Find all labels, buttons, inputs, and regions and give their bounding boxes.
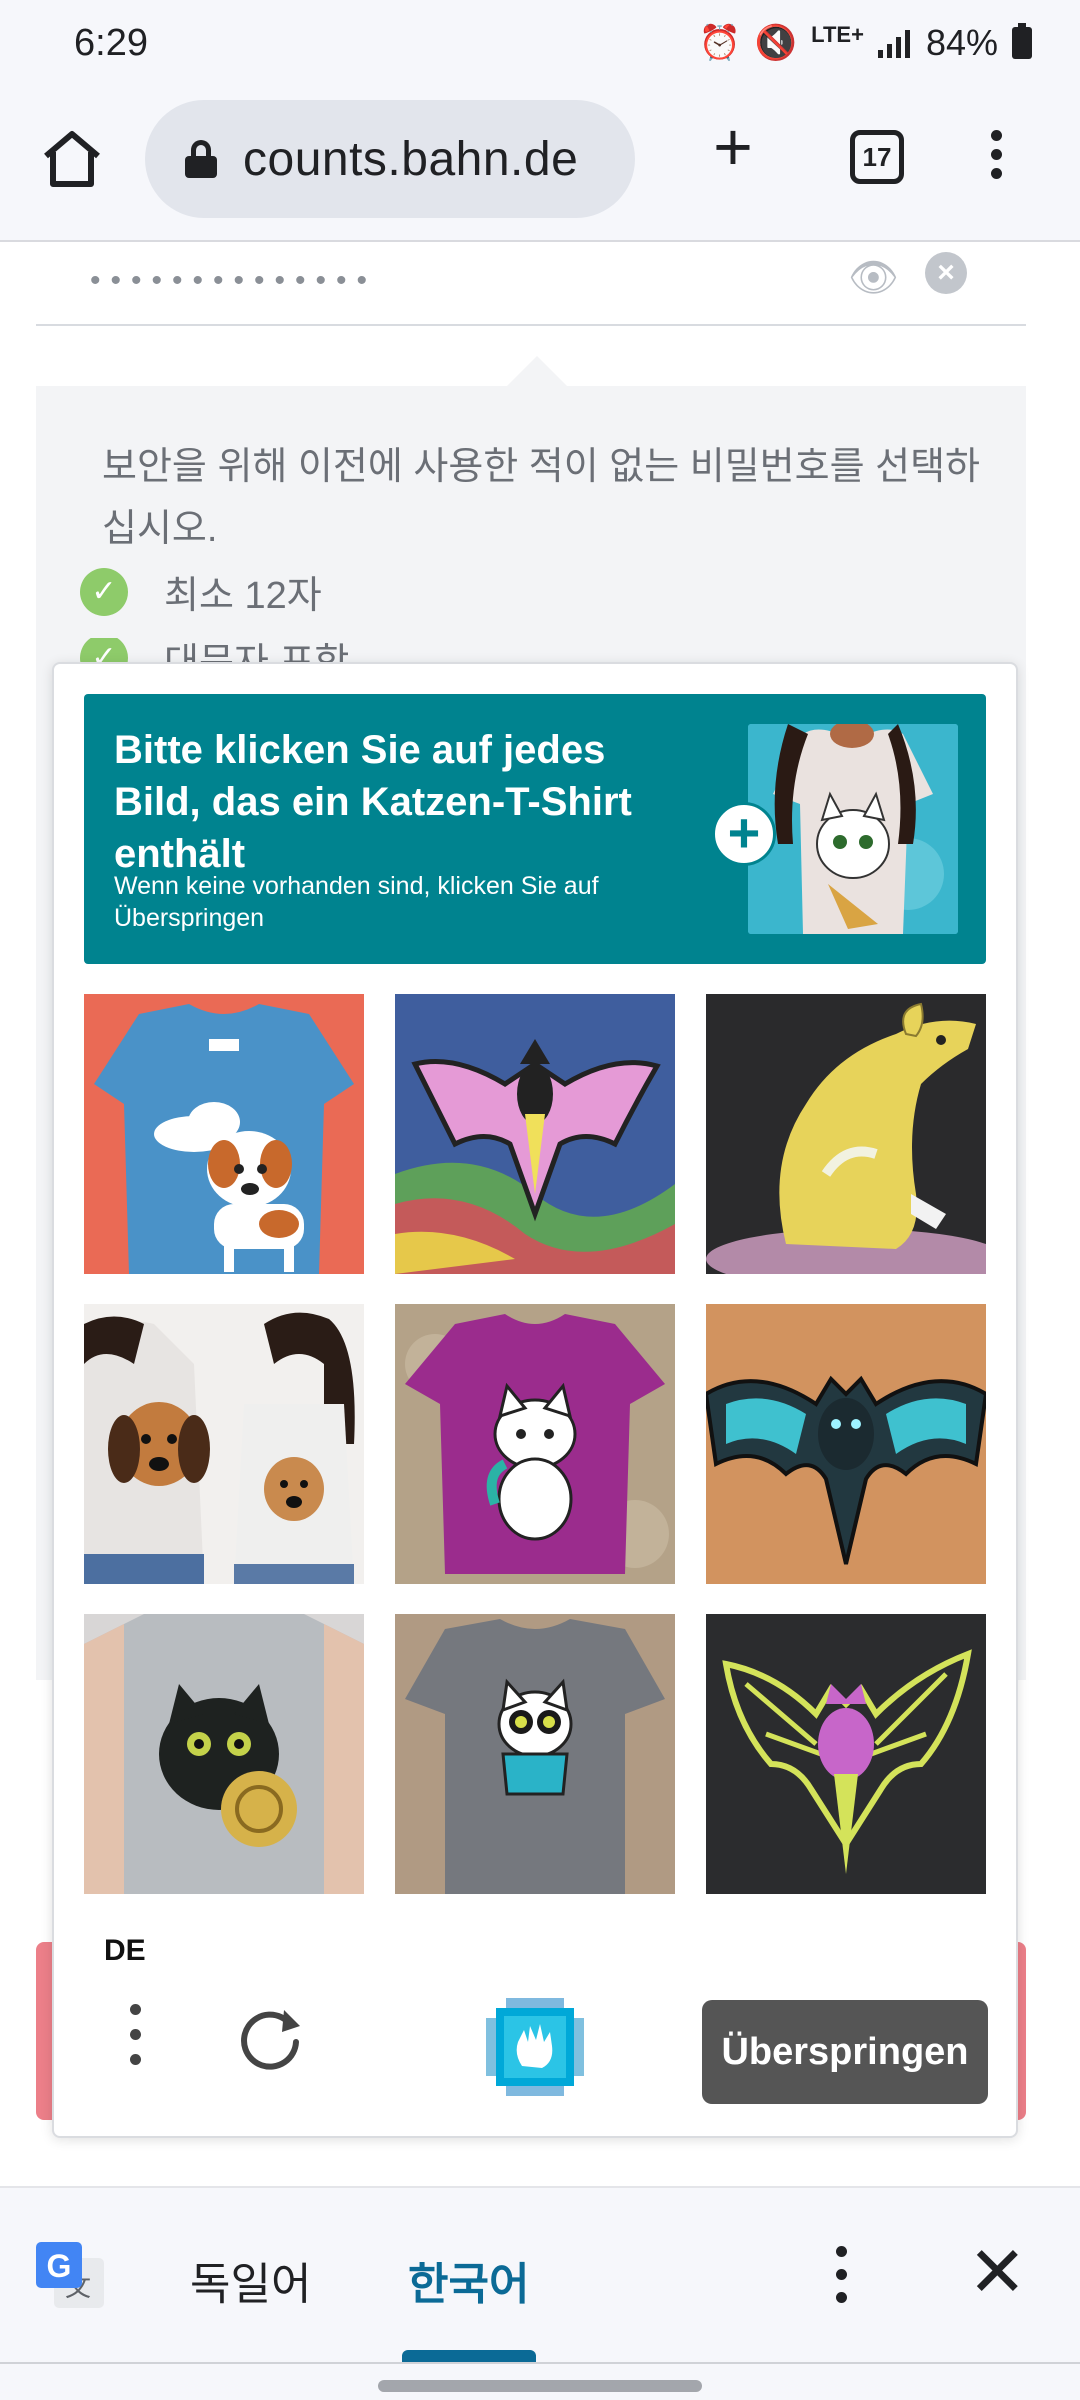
check-icon: ✓: [80, 567, 128, 616]
field-underline: [36, 324, 1026, 326]
active-tab-indicator: [402, 2350, 536, 2362]
more-icon[interactable]: [986, 130, 1006, 186]
target-language-tab[interactable]: 한국어: [408, 2248, 529, 2312]
clear-icon[interactable]: ×: [925, 252, 967, 294]
hint-arrow: [505, 356, 569, 388]
skip-button[interactable]: Überspringen: [702, 2000, 988, 2104]
tabs-button[interactable]: 17: [850, 130, 904, 184]
close-icon[interactable]: ✕: [968, 2232, 1027, 2312]
browser-toolbar: counts.bahn.de + 17: [0, 92, 1080, 242]
hcaptcha-logo: [486, 1998, 584, 2096]
address-bar[interactable]: counts.bahn.de: [145, 100, 635, 218]
requirement-label: 최소 12자: [164, 575, 322, 617]
captcha-title: Bitte klicken Sie auf jedes Bild, das ei…: [114, 728, 632, 876]
signal-icon: [877, 28, 912, 58]
new-tab-icon[interactable]: +: [700, 113, 766, 181]
captcha-tile[interactable]: [706, 1614, 986, 1894]
captcha-tile[interactable]: [84, 994, 364, 1274]
expand-example-icon[interactable]: +: [712, 802, 776, 866]
home-icon[interactable]: [40, 126, 104, 190]
battery-icon: [1012, 23, 1032, 59]
home-indicator[interactable]: [378, 2380, 702, 2392]
captcha-tile[interactable]: [395, 994, 675, 1274]
requirement-item: ✓ 최소 12자: [80, 564, 322, 619]
captcha-menu-icon[interactable]: [128, 2004, 142, 2074]
status-bar: 6:29 ⏰ 🔇 LTE+ 84%: [0, 0, 1080, 92]
captcha-tile[interactable]: [706, 1304, 986, 1584]
divider: [0, 2362, 1080, 2364]
captcha-prompt-header: Bitte klicken Sie auf jedes Bild, das ei…: [84, 694, 986, 964]
captcha-tile[interactable]: [84, 1614, 364, 1894]
network-type: LTE+: [811, 22, 864, 47]
svg-text:G: G: [47, 2248, 72, 2284]
captcha-language[interactable]: DE: [104, 1934, 146, 1968]
status-icons: ⏰ 🔇 LTE+ 84%: [698, 22, 1032, 64]
captcha-tile[interactable]: [395, 1304, 675, 1584]
alarm-icon: ⏰: [698, 24, 741, 62]
captcha-tile[interactable]: [84, 1304, 364, 1584]
mute-icon: 🔇: [754, 24, 798, 62]
more-icon[interactable]: [834, 2246, 848, 2316]
eye-icon[interactable]: 👁: [848, 254, 899, 301]
captcha-tile[interactable]: [395, 1614, 675, 1894]
lock-icon: [185, 140, 217, 178]
password-field-value[interactable]: ••••••••••••••: [90, 264, 377, 298]
captcha-dialog: Bitte klicken Sie auf jedes Bild, das ei…: [52, 662, 1018, 2138]
captcha-image-grid: [84, 994, 986, 1894]
translate-bar: 文 G 독일어 한국어 ✕: [0, 2186, 1080, 2400]
example-image: [748, 724, 958, 934]
source-language-tab[interactable]: 독일어: [190, 2248, 311, 2312]
google-translate-icon: 文 G: [34, 2240, 106, 2312]
refresh-icon[interactable]: [234, 2002, 308, 2076]
captcha-subtitle: Wenn keine vorhanden sind, klicken Sie a…: [114, 872, 599, 932]
status-time: 6:29: [74, 22, 148, 64]
captcha-tile[interactable]: [706, 994, 986, 1274]
battery-percent: 84%: [925, 22, 998, 63]
password-hint-text: 보안을 위해 이전에 사용한 적이 없는 비밀번호를 선택하십시오.: [102, 446, 980, 550]
url-text: counts.bahn.de: [243, 132, 579, 186]
